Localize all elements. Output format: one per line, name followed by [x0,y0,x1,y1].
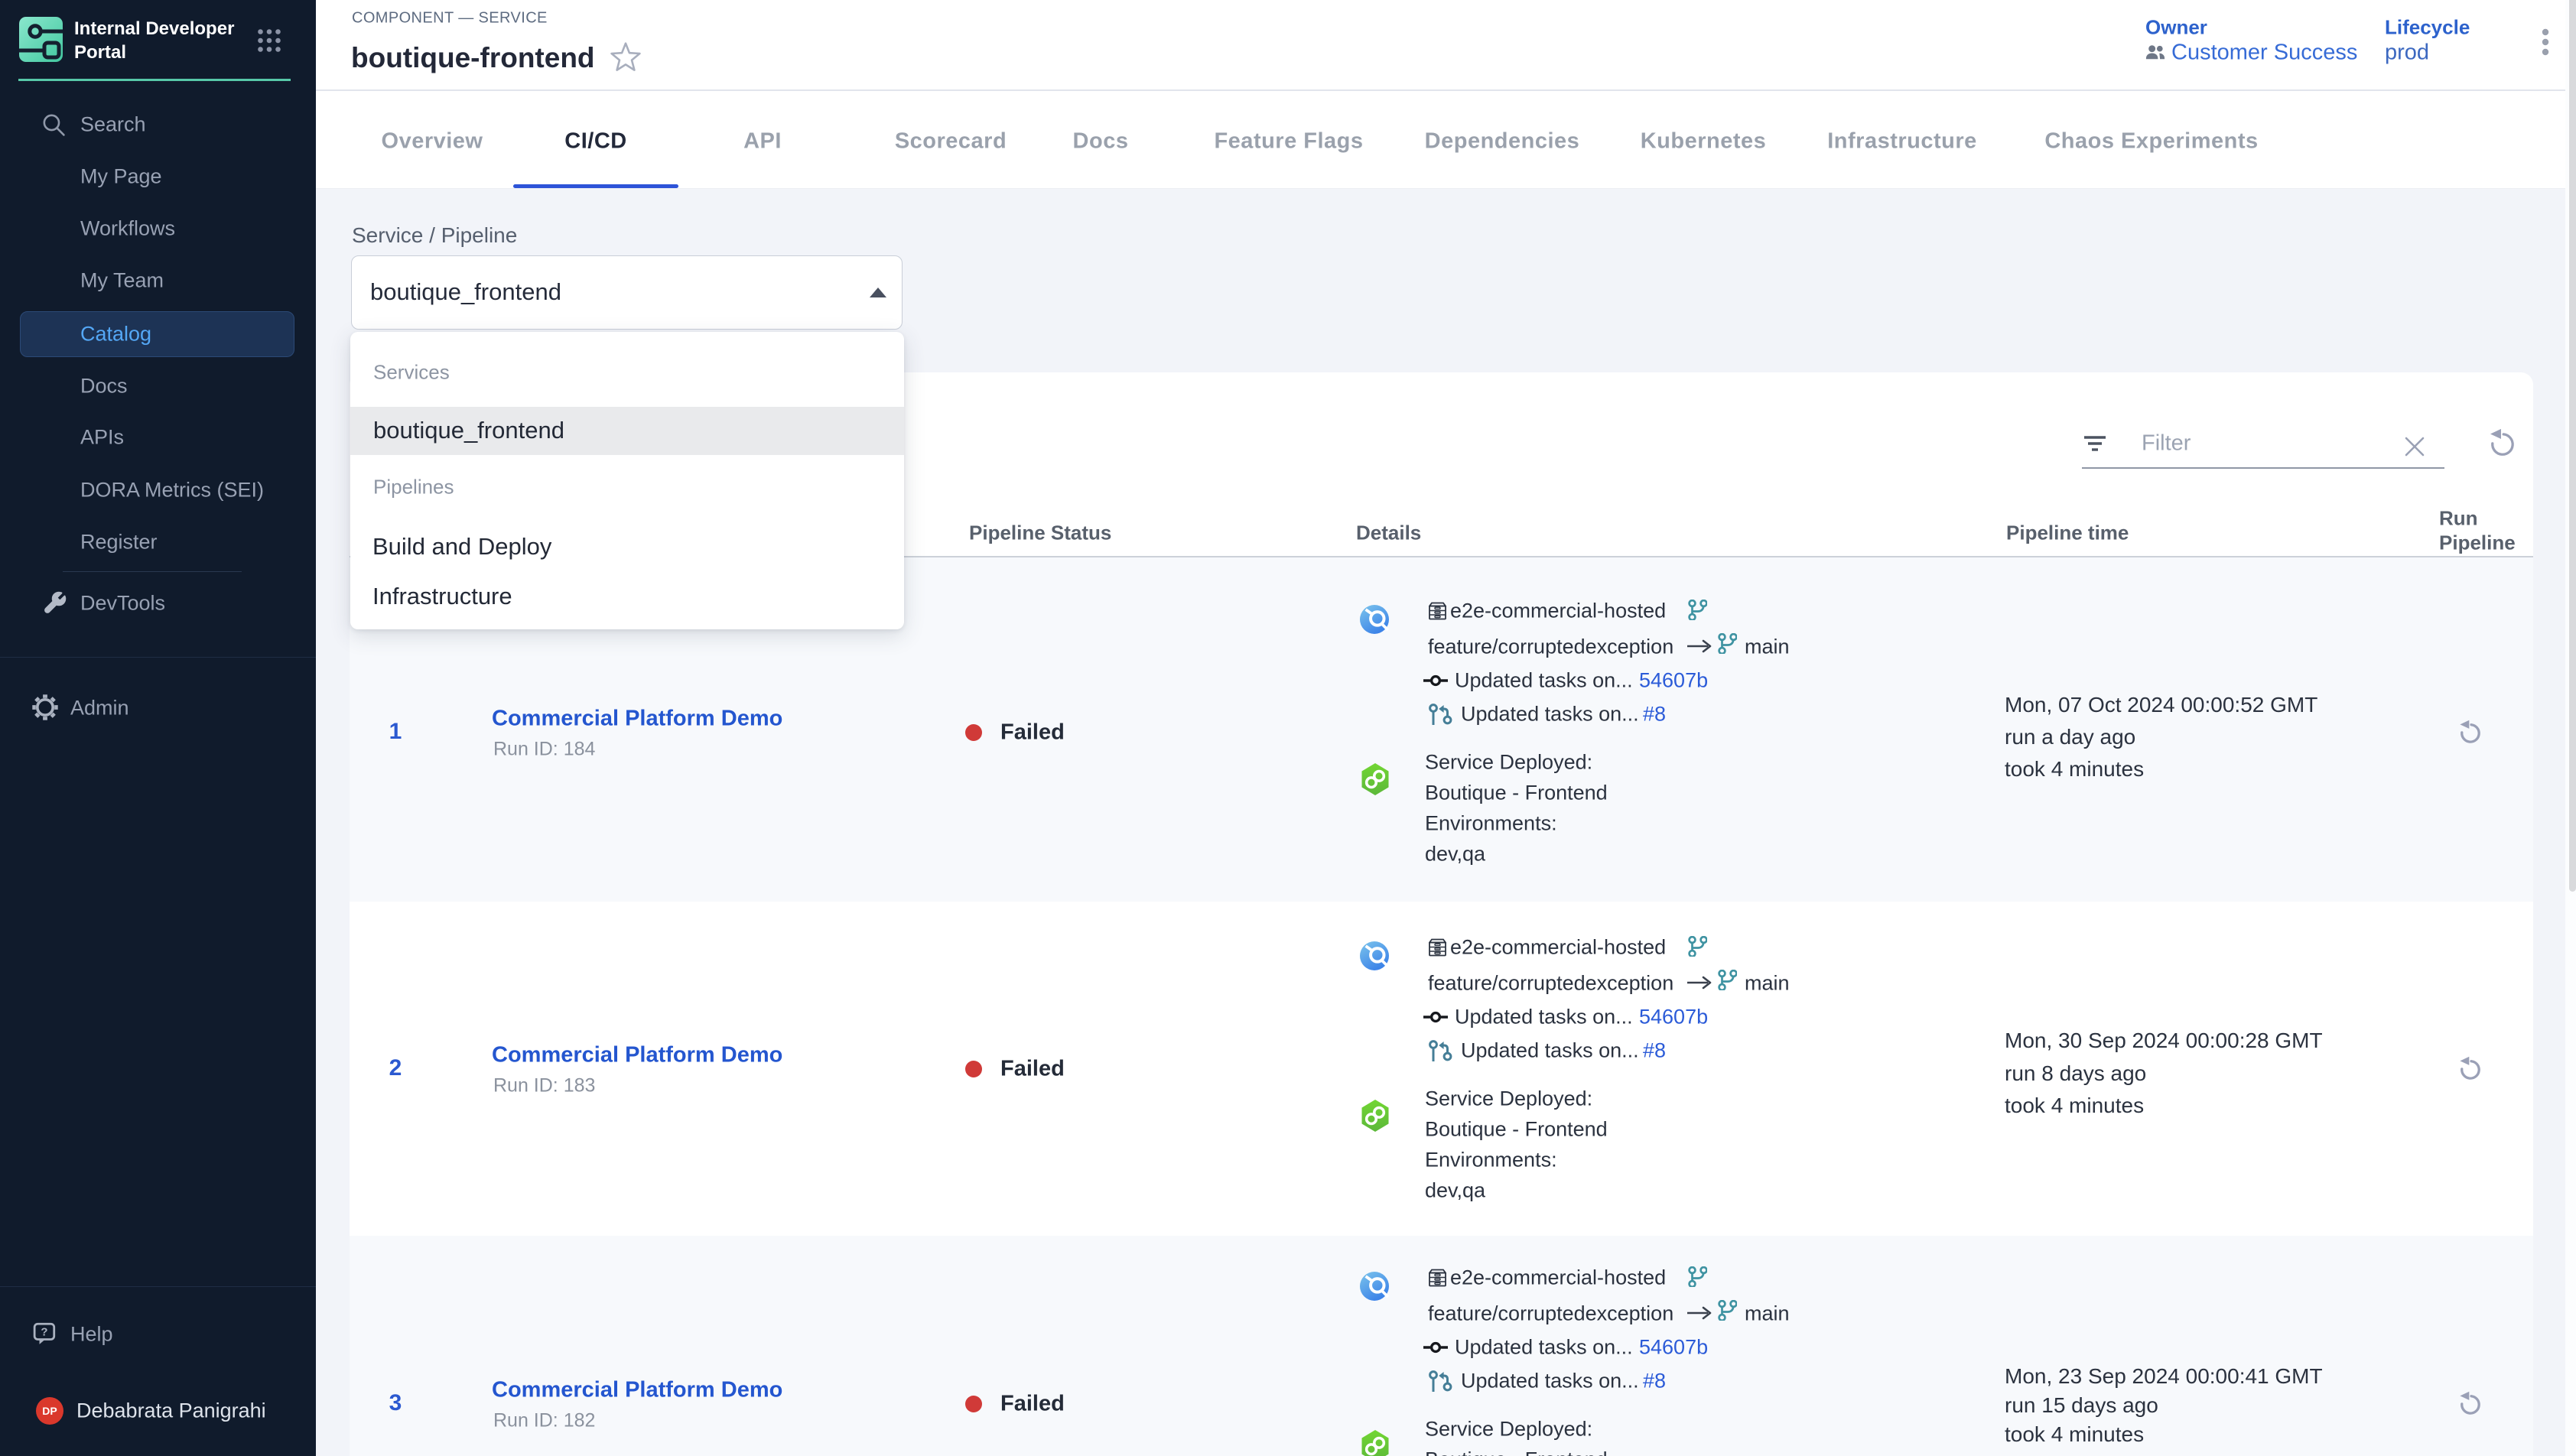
svg-text:?: ? [41,1326,47,1339]
